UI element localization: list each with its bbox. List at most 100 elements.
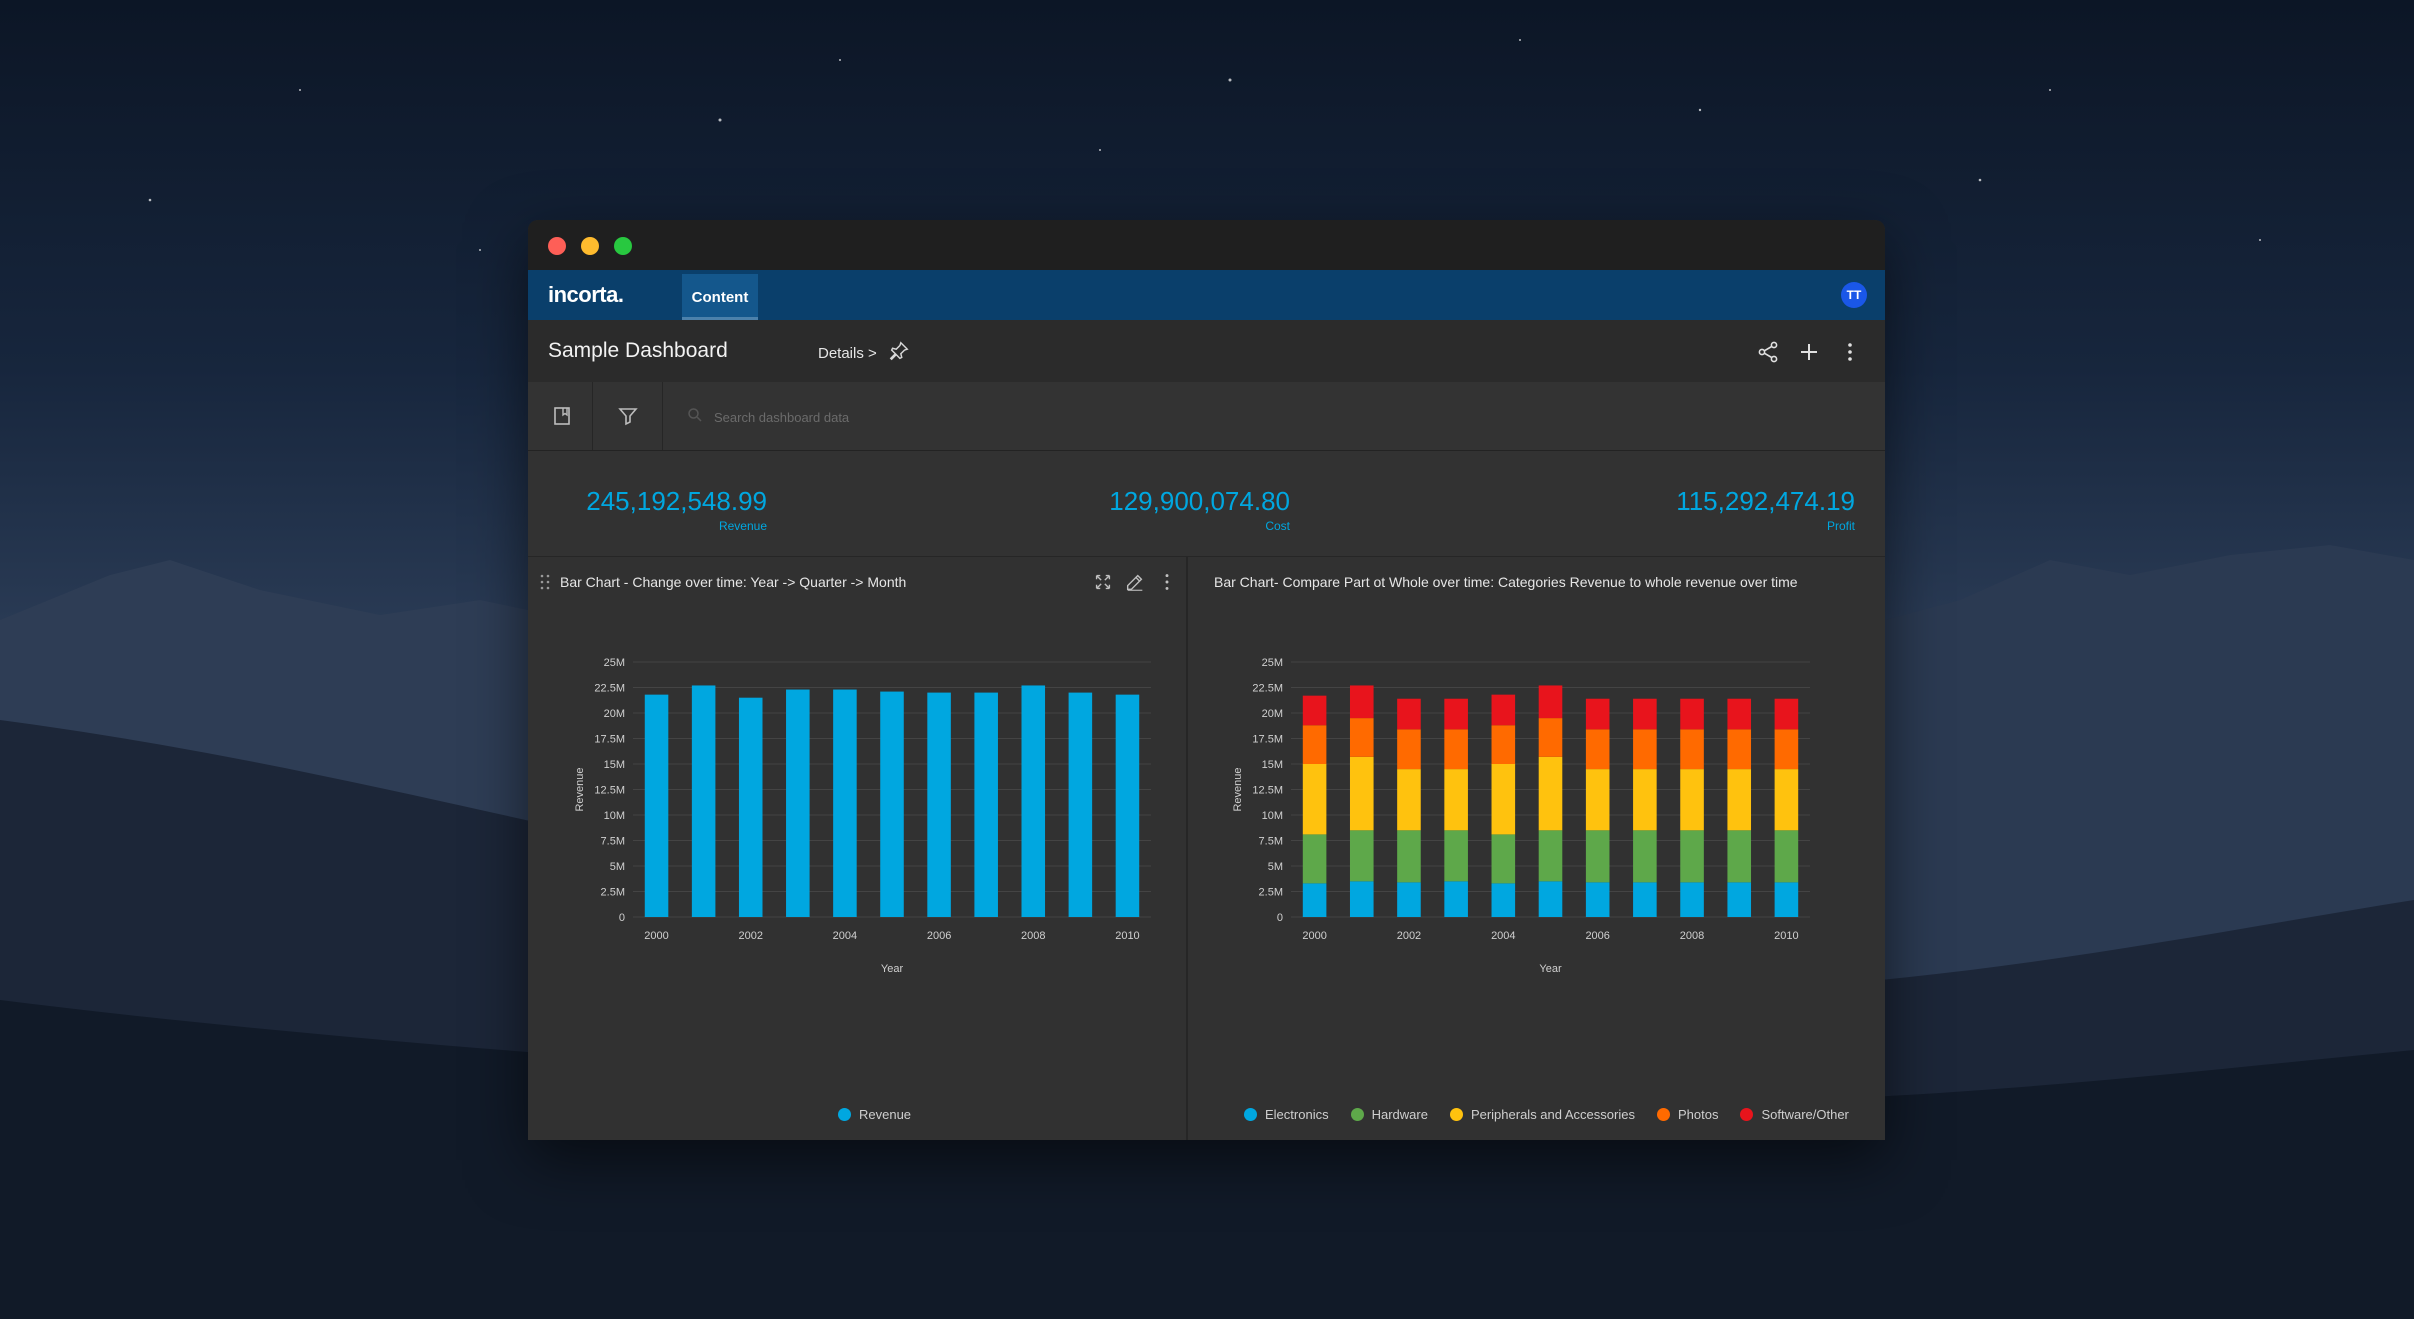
bar-2001-software-other[interactable] <box>1349 685 1374 719</box>
legend-item[interactable]: Hardware <box>1350 1107 1428 1122</box>
bar-2009-software-other[interactable] <box>1727 698 1752 730</box>
bar-2006-hardware[interactable] <box>1585 830 1610 883</box>
bar-2008-electronics[interactable] <box>1680 882 1704 917</box>
bar-2002-hardware[interactable] <box>1397 830 1421 883</box>
bar-2010-revenue[interactable] <box>1115 694 1140 917</box>
bar-2007-electronics[interactable] <box>1633 882 1657 917</box>
y-axis-label: Revenue <box>574 767 586 811</box>
bar-2007-photos[interactable] <box>1633 729 1657 770</box>
legend-item[interactable]: Peripherals and Accessories <box>1449 1107 1635 1122</box>
bar-2003-software-other[interactable] <box>1444 698 1468 730</box>
bar-2009-revenue[interactable] <box>1068 692 1093 917</box>
kpi-profit[interactable]: 115,292,474.19 Profit <box>1676 486 1855 533</box>
bar-2005-revenue[interactable] <box>880 691 904 917</box>
minimize-window-button[interactable] <box>581 237 599 255</box>
expand-icon[interactable] <box>1092 571 1114 593</box>
bar-2006-software-other[interactable] <box>1585 698 1610 730</box>
details-link[interactable]: Details > <box>818 345 877 362</box>
bar-2000-software-other[interactable] <box>1302 695 1327 726</box>
bar-2008-photos[interactable] <box>1680 729 1704 770</box>
legend-item[interactable]: Electronics <box>1244 1107 1329 1122</box>
bar-2010-peripherals-and-accessories[interactable] <box>1774 769 1799 831</box>
kpi-cost[interactable]: 129,900,074.80 Cost <box>1109 486 1290 533</box>
bar-2007-revenue[interactable] <box>974 692 998 917</box>
bar-2004-software-other[interactable] <box>1491 694 1516 726</box>
bar-2004-photos[interactable] <box>1491 725 1516 764</box>
bar-2002-peripherals-and-accessories[interactable] <box>1397 769 1421 831</box>
bar-2008-software-other[interactable] <box>1680 698 1704 730</box>
legend-item[interactable]: Software/Other <box>1740 1107 1849 1122</box>
share-icon[interactable] <box>1756 340 1780 364</box>
y-axis-label: Revenue <box>1232 767 1244 811</box>
bar-2001-peripherals-and-accessories[interactable] <box>1349 756 1374 831</box>
bar-2005-photos[interactable] <box>1538 718 1563 757</box>
bar-2007-hardware[interactable] <box>1633 830 1657 883</box>
bar-2003-photos[interactable] <box>1444 729 1468 770</box>
bar-2009-photos[interactable] <box>1727 729 1752 770</box>
bar-2008-peripherals-and-accessories[interactable] <box>1680 769 1704 831</box>
bar-2003-hardware[interactable] <box>1444 830 1468 882</box>
user-avatar[interactable]: TT <box>1841 282 1867 308</box>
bar-2004-revenue[interactable] <box>833 689 857 917</box>
bar-2004-hardware[interactable] <box>1491 834 1516 884</box>
bar-2005-peripherals-and-accessories[interactable] <box>1538 756 1563 831</box>
bar-2000-electronics[interactable] <box>1302 883 1327 917</box>
bar-2003-electronics[interactable] <box>1444 881 1468 917</box>
bookmark-icon[interactable] <box>550 404 574 428</box>
maximize-window-button[interactable] <box>614 237 632 255</box>
bar-2005-hardware[interactable] <box>1538 830 1563 882</box>
edit-icon[interactable] <box>1124 571 1146 593</box>
tab-content[interactable]: Content <box>682 274 758 320</box>
bar-2010-electronics[interactable] <box>1774 882 1799 917</box>
search-input[interactable] <box>712 402 1116 432</box>
bar-2006-peripherals-and-accessories[interactable] <box>1585 769 1610 831</box>
bar-2000-peripherals-and-accessories[interactable] <box>1302 764 1327 835</box>
bar-2005-software-other[interactable] <box>1538 685 1563 719</box>
bar-2001-photos[interactable] <box>1349 718 1374 757</box>
bar-2009-electronics[interactable] <box>1727 882 1752 917</box>
drag-icon[interactable] <box>540 573 550 591</box>
close-window-button[interactable] <box>548 237 566 255</box>
bar-2006-electronics[interactable] <box>1585 882 1610 917</box>
bar-2002-photos[interactable] <box>1397 729 1421 770</box>
filter-icon[interactable] <box>616 404 640 428</box>
kpi-value: 115,292,474.19 <box>1676 486 1855 516</box>
bar-2000-revenue[interactable] <box>644 694 669 917</box>
incorta-logo[interactable]: incorta. <box>548 282 624 308</box>
more-icon[interactable] <box>1156 571 1178 593</box>
bar-2002-software-other[interactable] <box>1397 698 1421 730</box>
bar-2000-photos[interactable] <box>1302 725 1327 764</box>
bar-2010-hardware[interactable] <box>1774 830 1799 883</box>
bar-2006-photos[interactable] <box>1585 729 1610 770</box>
bar-2008-hardware[interactable] <box>1680 830 1704 883</box>
bar-2003-peripherals-and-accessories[interactable] <box>1444 769 1468 831</box>
bar-2006-revenue[interactable] <box>927 692 951 917</box>
bar-2001-hardware[interactable] <box>1349 830 1374 882</box>
legend-label: Peripherals and Accessories <box>1470 1107 1635 1122</box>
kpi-revenue[interactable]: 245,192,548.99 Revenue <box>586 486 767 533</box>
more-icon[interactable] <box>1838 340 1862 364</box>
bar-2001-revenue[interactable] <box>691 685 716 917</box>
bar-2000-hardware[interactable] <box>1302 834 1327 884</box>
bar-2004-electronics[interactable] <box>1491 883 1516 917</box>
bar-2007-peripherals-and-accessories[interactable] <box>1633 769 1657 831</box>
kpi-label: Cost <box>1265 519 1290 533</box>
legend-item[interactable]: Revenue <box>838 1107 911 1122</box>
bar-2009-peripherals-and-accessories[interactable] <box>1727 769 1752 831</box>
bar-2004-peripherals-and-accessories[interactable] <box>1491 764 1516 835</box>
legend-label: Electronics <box>1265 1107 1329 1122</box>
bar-2003-revenue[interactable] <box>786 689 810 917</box>
bar-2008-revenue[interactable] <box>1021 685 1046 917</box>
legend-item[interactable]: Photos <box>1656 1107 1718 1122</box>
bar-2001-electronics[interactable] <box>1349 881 1374 917</box>
plus-icon[interactable] <box>1797 340 1821 364</box>
bar-2005-electronics[interactable] <box>1538 881 1563 917</box>
bar-2002-revenue[interactable] <box>738 697 763 917</box>
bar-2010-photos[interactable] <box>1774 729 1799 770</box>
bar-2009-hardware[interactable] <box>1727 830 1752 883</box>
bar-2002-electronics[interactable] <box>1397 882 1421 917</box>
bar-2007-software-other[interactable] <box>1633 698 1657 730</box>
bar-2010-software-other[interactable] <box>1774 698 1799 730</box>
pin-icon[interactable] <box>888 340 910 362</box>
dashboard-toolbar <box>528 382 1885 451</box>
